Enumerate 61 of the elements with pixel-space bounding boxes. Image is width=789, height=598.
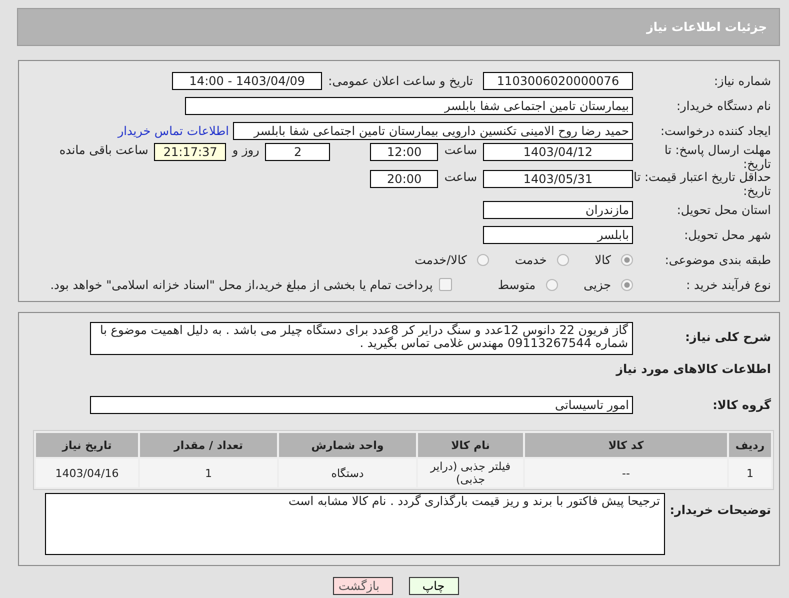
field-label: ایجاد کننده درخواست:: [659, 124, 772, 138]
option-label: متوسط: [498, 278, 536, 292]
buyer-contact-link[interactable]: اطلاعات تماس خریدار: [118, 124, 229, 138]
time-field: 20:00: [370, 170, 438, 188]
buyer-org-field: بیمارستان تامین اجتماعی شفا بابلسر: [185, 96, 633, 114]
date-field: 1403/04/12: [483, 143, 633, 161]
province-field: مازندران: [483, 200, 633, 218]
field-label: حداقل تاریخ اعتبار قیمت: تا تاریخ:: [633, 170, 772, 198]
field-label: طبقه بندی موضوعی:: [664, 252, 772, 266]
column-header: نام کالا: [418, 433, 523, 457]
radio-button[interactable]: [621, 278, 633, 290]
date-field: 1403/05/31: [483, 170, 633, 188]
section-title: اطلاعات کالاهای مورد نیاز: [614, 361, 772, 378]
time-field: 12:00: [370, 143, 438, 161]
table-cell: 1: [729, 459, 771, 487]
days-label: روز و: [232, 143, 260, 157]
option-label: کالا/خدمت: [414, 252, 467, 266]
radio-button[interactable]: [556, 254, 569, 266]
radio-button[interactable]: [546, 278, 558, 290]
column-header: تعداد / مقدار: [140, 433, 277, 457]
option-label: کالا: [594, 252, 611, 266]
field-label: استان محل تحویل:: [676, 202, 772, 216]
announce-date-field: 1403/04/09 - 14:00: [172, 72, 322, 90]
table-cell: فیلتر جذبی (درایر جذبی): [418, 459, 523, 487]
city-field: بابلسر: [483, 226, 633, 244]
field-label: تاریخ و ساعت اعلان عمومی:: [328, 74, 473, 88]
table-cell: دستگاه: [279, 459, 416, 487]
table-cell: --: [525, 459, 727, 487]
checkbox-label: پرداخت تمام یا بخشی از مبلغ خرید،از محل "اسناد خزانه اسلامی" خواهد بود.: [50, 278, 433, 292]
table-cell: 1403/04/16: [36, 459, 138, 487]
print-button[interactable]: چاپ: [408, 577, 458, 595]
field-label: گروه کالا:: [712, 398, 772, 412]
description-textarea: گاز فریون 22 دانوس 12عدد و سنگ درایر کر 8عدد برای دستگاه چیلر می باشد . به دلیل اهمیت موضوع با شماره 09113267544 مهندس غلامی تماس بگیرید .: [90, 322, 633, 355]
requester-field: حمید رضا روح الامینی تکنسین دارویی بیمارستان تامین اجتماعی شفا بابلسر: [233, 122, 633, 140]
field-label: نوع فرآیند خرید :: [685, 278, 772, 292]
field-label: شرح کلی نیاز:: [684, 329, 772, 344]
time-label: ساعت: [444, 170, 477, 184]
column-header: تاریخ نیاز: [36, 433, 138, 457]
field-label: شماره نیاز:: [713, 74, 772, 88]
field-label: مهلت ارسال پاسخ: تا تاریخ:: [663, 143, 772, 171]
field-label: شهر محل تحویل:: [683, 228, 772, 242]
goods-group-field: امور تاسیساتی: [90, 396, 633, 414]
radio-button[interactable]: [476, 254, 489, 266]
table-cell: 1: [140, 459, 277, 487]
page-title: جزئیات اطلاعات نیاز: [646, 20, 767, 34]
column-header: کد کالا: [525, 433, 727, 457]
remaining-label: ساعت باقی مانده: [59, 143, 148, 157]
field-label: نام دستگاه خریدار:: [676, 98, 772, 112]
column-header: واحد شمارش: [279, 433, 416, 457]
need-number-field: 1103006020000076: [483, 72, 633, 90]
option-label: جزیی: [584, 278, 611, 292]
checkbox[interactable]: [438, 278, 452, 291]
column-header: ردیف: [729, 433, 771, 457]
back-button[interactable]: بازگشت: [332, 577, 392, 595]
buyer-notes-textarea: ترجیحا پیش فاکتور با برند و ریز قیمت بارگذاری گردد . نام کالا مشابه است: [45, 493, 665, 555]
remaining-time-field: 21:17:37: [154, 143, 226, 161]
option-label: خدمت: [514, 252, 547, 266]
days-field: 2: [265, 143, 330, 161]
time-label: ساعت: [444, 143, 477, 157]
radio-button[interactable]: [621, 254, 633, 266]
field-label: توضیحات خریدار:: [668, 502, 772, 517]
